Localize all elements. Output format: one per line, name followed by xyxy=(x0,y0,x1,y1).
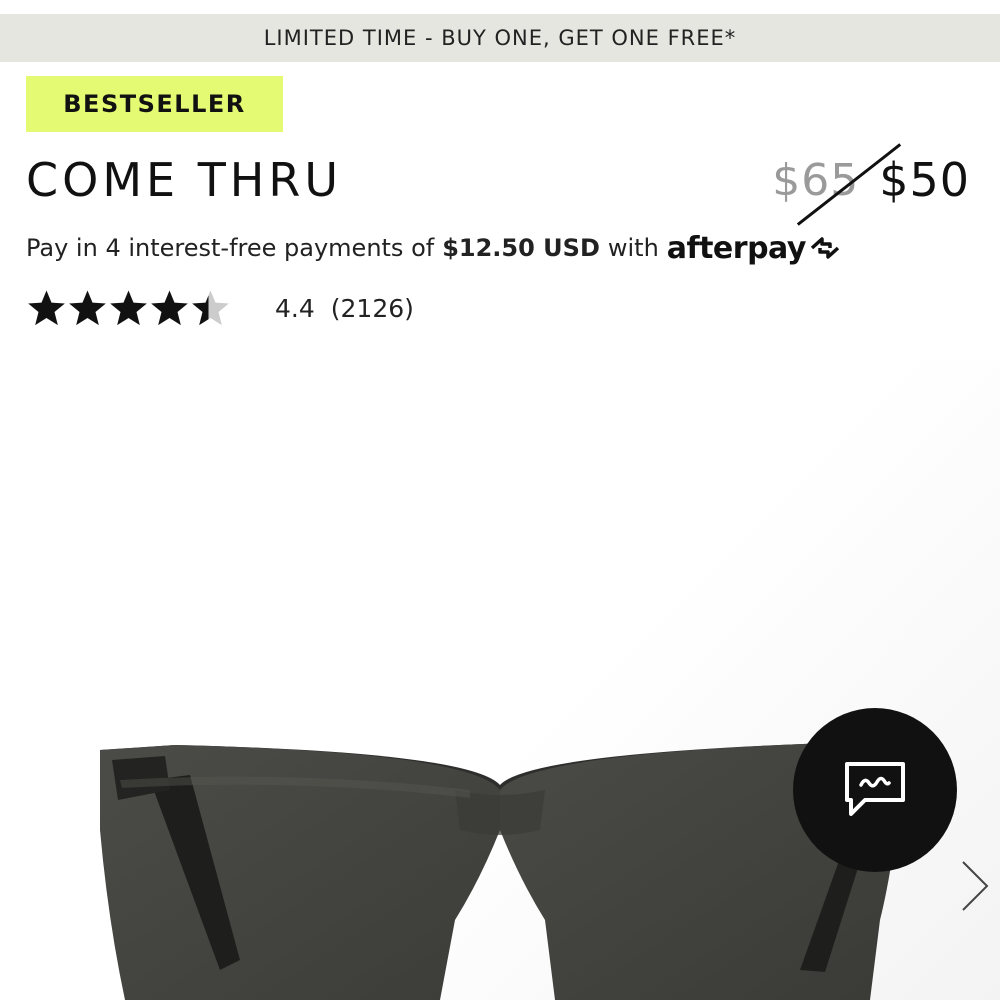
afterpay-suffix: with xyxy=(607,234,659,262)
original-price: $65 xyxy=(772,142,902,226)
afterpay-brand: afterpay xyxy=(666,230,807,266)
star-rating xyxy=(26,288,231,328)
chat-icon xyxy=(845,762,905,816)
afterpay-info[interactable]: Pay in 4 interest-free payments of $12.5… xyxy=(26,228,842,268)
afterpay-logo: afterpay xyxy=(667,231,842,266)
price-block: $65 $50 xyxy=(772,142,970,226)
product-title: COME THRU xyxy=(26,153,343,207)
product-image[interactable] xyxy=(0,360,1000,1000)
bestseller-badge: BESTSELLER xyxy=(26,76,283,132)
sale-price: $50 xyxy=(879,153,970,207)
review-count: (2126) xyxy=(330,293,414,323)
rating-row[interactable]: 4.4 (2126) xyxy=(26,286,414,330)
star-half-icon xyxy=(192,290,229,326)
badge-label: BESTSELLER xyxy=(63,90,246,118)
promo-text: LIMITED TIME - BUY ONE, GET ONE FREE* xyxy=(263,26,737,50)
rating-value: 4.4 xyxy=(275,293,315,323)
afterpay-amount: $12.50 USD xyxy=(442,234,600,262)
star-icon xyxy=(110,290,147,326)
chat-button[interactable] xyxy=(793,708,957,872)
promo-banner[interactable]: LIMITED TIME - BUY ONE, GET ONE FREE* xyxy=(0,14,1000,62)
afterpay-prefix: Pay in 4 interest-free payments of xyxy=(26,234,435,262)
star-icon xyxy=(151,290,188,326)
star-icon xyxy=(28,290,65,326)
rating-summary: 4.4 (2126) xyxy=(275,294,414,323)
afterpay-loop-icon xyxy=(810,237,840,259)
star-icon xyxy=(69,290,106,326)
original-price-text: $65 xyxy=(772,154,860,206)
sunglasses-image xyxy=(100,742,905,1000)
chevron-right-icon[interactable] xyxy=(955,858,995,914)
